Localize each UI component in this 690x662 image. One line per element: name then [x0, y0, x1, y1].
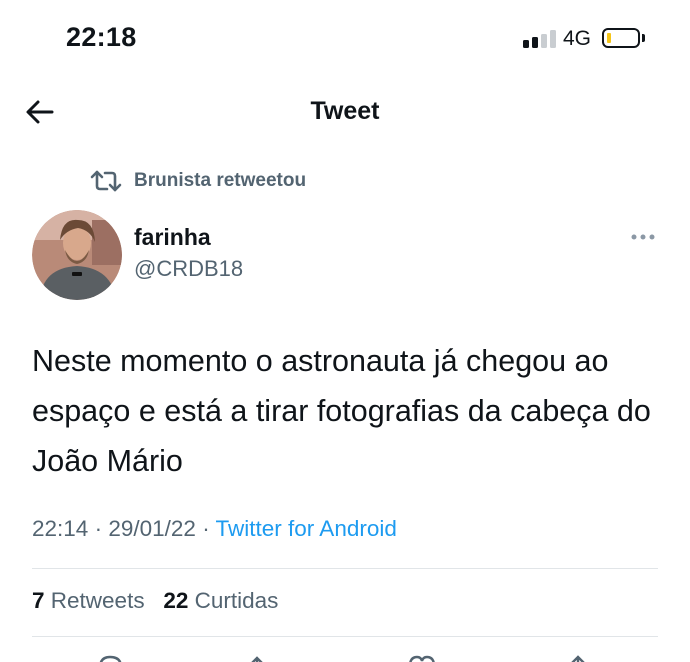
meta-separator: · — [94, 516, 109, 541]
author-name[interactable]: farinha — [134, 224, 211, 251]
retweets-count: 7 — [32, 588, 45, 613]
avatar[interactable] — [32, 210, 122, 300]
status-bar: 22:18 4G — [0, 0, 690, 80]
share-icon[interactable] — [562, 654, 594, 662]
author-handle[interactable]: @CRDB18 — [134, 256, 243, 282]
retweets-label: Retweets — [50, 588, 145, 613]
page-title: Tweet — [310, 97, 380, 125]
battery-tip — [642, 34, 645, 42]
battery-level — [607, 33, 611, 43]
likes-count: 22 — [163, 588, 189, 613]
tweet-time: 22:14 — [32, 516, 89, 541]
tweet-stats: 7 Retweets 22 Curtidas — [32, 588, 278, 614]
retweet-icon — [90, 170, 122, 192]
action-bar — [0, 648, 690, 662]
likes-label: Curtidas — [194, 588, 279, 613]
status-time: 22:18 — [66, 22, 137, 52]
tweet-date: 29/01/22 — [108, 516, 196, 541]
signal-icon — [523, 30, 556, 48]
battery-icon — [602, 28, 640, 48]
meta-separator: · — [202, 516, 216, 541]
retweet-context-label: Brunista retweetou — [134, 170, 307, 191]
tweet-text: Neste momento o astronauta já chegou ao … — [32, 344, 651, 478]
divider — [32, 568, 658, 569]
network-type: 4G — [563, 27, 592, 50]
retweets-stat[interactable]: 7 Retweets — [32, 588, 145, 613]
divider — [32, 636, 658, 637]
reply-icon[interactable] — [94, 654, 126, 662]
tweet-source-link[interactable]: Twitter for Android — [216, 516, 397, 541]
likes-stat[interactable]: 22 Curtidas — [163, 588, 278, 613]
tweet-meta: 22:14 · 29/01/22 · Twitter for Android — [32, 516, 397, 542]
like-icon[interactable] — [406, 654, 438, 662]
retweet-action-icon[interactable] — [250, 654, 282, 662]
more-options-icon[interactable] — [630, 230, 656, 244]
nav-header: Tweet — [0, 84, 690, 140]
